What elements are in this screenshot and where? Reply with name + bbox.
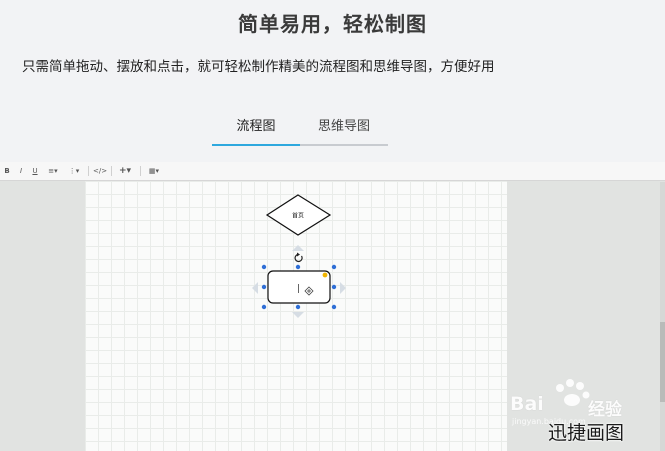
- watermark-baidu: Bai: [510, 393, 544, 415]
- arrow-left-icon[interactable]: [252, 282, 258, 294]
- arrow-up-icon[interactable]: [292, 245, 304, 251]
- resize-handle[interactable]: [295, 304, 301, 310]
- text-cursor: |: [297, 284, 300, 294]
- diamond-node-label: 首页: [292, 212, 304, 220]
- rotate-handle-icon[interactable]: [294, 252, 303, 263]
- baidu-paw-logo: [556, 379, 590, 406]
- corner-radius-handle[interactable]: [322, 272, 328, 278]
- watermark-brand: 迅捷画图: [548, 422, 625, 444]
- resize-handle[interactable]: [331, 284, 337, 290]
- resize-handle[interactable]: [261, 304, 267, 310]
- diagram-layer: 首页 |: [252, 194, 590, 406]
- arrow-down-icon[interactable]: [292, 312, 304, 318]
- diamond-node[interactable]: 首页: [265, 194, 332, 236]
- watermark-jingyan: 经验: [588, 400, 622, 420]
- arrow-right-icon[interactable]: [340, 282, 346, 294]
- resize-handle[interactable]: [261, 264, 267, 270]
- resize-handle[interactable]: [331, 264, 337, 270]
- resize-handle[interactable]: [261, 284, 267, 290]
- selected-process-node[interactable]: |: [267, 270, 331, 304]
- resize-handle[interactable]: [331, 304, 337, 310]
- resize-handle[interactable]: [295, 264, 301, 270]
